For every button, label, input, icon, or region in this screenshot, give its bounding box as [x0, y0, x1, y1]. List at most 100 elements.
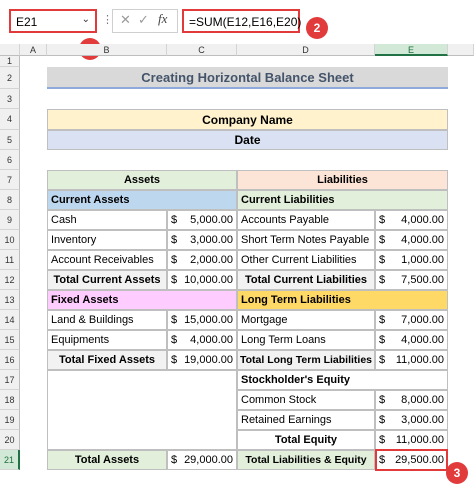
total-liabilities-equity-label[interactable]: Total Liabilities & Equity [237, 450, 375, 470]
account-receivables-label[interactable]: Account Receivables [47, 250, 167, 270]
inventory-label[interactable]: Inventory [47, 230, 167, 250]
equipments-label[interactable]: Equipments [47, 330, 167, 350]
liabilities-header[interactable]: Liabilities [237, 170, 448, 190]
accounts-payable-label[interactable]: Accounts Payable [237, 210, 375, 230]
row-header-3[interactable]: 3 [0, 89, 20, 109]
column-header-c[interactable]: C [167, 44, 237, 56]
total-current-liabilities-label[interactable]: Total Current Liabilities [237, 270, 375, 290]
amount: 5,000.00 [190, 214, 233, 226]
amount: 8,000.00 [401, 394, 444, 406]
retained-earnings-label[interactable]: Retained Earnings [237, 410, 375, 430]
amount: 4,000.00 [401, 334, 444, 346]
land-buildings-label[interactable]: Land & Buildings [47, 310, 167, 330]
total-long-term-liabilities-value[interactable]: $11,000.00 [375, 350, 448, 370]
total-fixed-assets-label[interactable]: Total Fixed Assets [47, 350, 167, 370]
row-header-1[interactable]: 1 [0, 56, 20, 67]
short-term-notes-label[interactable]: Short Term Notes Payable [237, 230, 375, 250]
currency-symbol: $ [171, 454, 178, 466]
sheet-title[interactable]: Creating Horizontal Balance Sheet [47, 67, 448, 89]
currency-symbol: $ [379, 214, 386, 226]
total-equity-value[interactable]: $11,000.00 [375, 430, 448, 450]
name-box[interactable]: E21 ⌄ [9, 9, 97, 33]
cash-value[interactable]: $5,000.00 [167, 210, 237, 230]
row-header-6[interactable]: 6 [0, 150, 20, 170]
accounts-payable-value[interactable]: $4,000.00 [375, 210, 448, 230]
row-header-9[interactable]: 9 [0, 210, 20, 230]
column-header-e[interactable]: E [375, 44, 448, 56]
row-header-7[interactable]: 7 [0, 170, 20, 190]
row-header-21[interactable]: 21 [0, 450, 20, 470]
row-header-5[interactable]: 5 [0, 130, 20, 150]
date-cell[interactable]: Date [47, 130, 448, 150]
row-header-18[interactable]: 18 [0, 390, 20, 410]
row-header-4[interactable]: 4 [0, 109, 20, 130]
long-term-liabilities-header[interactable]: Long Term Liabilities [237, 290, 448, 310]
row-header-11[interactable]: 11 [0, 250, 20, 270]
retained-earnings-value[interactable]: $3,000.00 [375, 410, 448, 430]
total-fixed-assets-value[interactable]: $19,000.00 [167, 350, 237, 370]
cash-label[interactable]: Cash [47, 210, 167, 230]
equipments-value[interactable]: $4,000.00 [167, 330, 237, 350]
inventory-value[interactable]: $3,000.00 [167, 230, 237, 250]
column-header-a[interactable]: A [20, 44, 47, 56]
short-term-notes-value[interactable]: $4,000.00 [375, 230, 448, 250]
chevron-down-icon[interactable]: ⌄ [82, 14, 90, 25]
total-equity-label[interactable]: Total Equity [237, 430, 375, 450]
insert-function-icon[interactable]: fx [158, 11, 167, 27]
formula-input[interactable]: =SUM(E12,E16,E20) [182, 9, 301, 33]
company-name-cell[interactable]: Company Name [47, 109, 448, 130]
other-current-liabilities-label[interactable]: Other Current Liabilities [237, 250, 375, 270]
currency-symbol: $ [379, 394, 386, 406]
current-liabilities-header[interactable]: Current Liabilities [237, 190, 448, 210]
currency-symbol: $ [171, 254, 178, 266]
amount: 7,500.00 [401, 274, 444, 286]
land-buildings-value[interactable]: $15,000.00 [167, 310, 237, 330]
enter-icon[interactable]: ✓ [138, 12, 149, 28]
row-header-19[interactable]: 19 [0, 410, 20, 430]
amount: 1,000.00 [401, 254, 444, 266]
mortgage-label[interactable]: Mortgage [237, 310, 375, 330]
total-assets-value[interactable]: $29,000.00 [167, 450, 237, 470]
currency-symbol: $ [171, 314, 178, 326]
fixed-assets-header[interactable]: Fixed Assets [47, 290, 237, 310]
currency-symbol: $ [171, 234, 178, 246]
mortgage-value[interactable]: $7,000.00 [375, 310, 448, 330]
assets-blank-area[interactable] [47, 370, 237, 450]
stockholders-equity-header[interactable]: Stockholder's Equity [237, 370, 448, 390]
long-term-loans-label[interactable]: Long Term Loans [237, 330, 375, 350]
column-header-d[interactable]: D [237, 44, 375, 56]
row-header-16[interactable]: 16 [0, 350, 20, 370]
active-cell-highlight [375, 449, 448, 471]
name-box-value: E21 [16, 15, 38, 29]
callout-marker-2: 2 [306, 17, 328, 39]
current-assets-header[interactable]: Current Assets [47, 190, 237, 210]
total-long-term-liabilities-label[interactable]: Total Long Term Liabilities [237, 350, 375, 370]
amount: 4,000.00 [190, 334, 233, 346]
row-header-10[interactable]: 10 [0, 230, 20, 250]
row-header-2[interactable]: 2 [0, 67, 20, 89]
common-stock-label[interactable]: Common Stock [237, 390, 375, 410]
cancel-icon[interactable]: ✕ [120, 12, 131, 28]
currency-symbol: $ [171, 354, 178, 366]
column-header-f[interactable] [448, 44, 474, 56]
total-current-assets-value[interactable]: $10,000.00 [167, 270, 237, 290]
select-all-corner[interactable] [0, 44, 20, 56]
total-current-assets-label[interactable]: Total Current Assets [47, 270, 167, 290]
row-header-14[interactable]: 14 [0, 310, 20, 330]
total-assets-label[interactable]: Total Assets [47, 450, 167, 470]
callout-marker-3: 3 [446, 462, 468, 484]
account-receivables-value[interactable]: $2,000.00 [167, 250, 237, 270]
assets-header[interactable]: Assets [47, 170, 237, 190]
common-stock-value[interactable]: $8,000.00 [375, 390, 448, 410]
row-header-13[interactable]: 13 [0, 290, 20, 310]
row-header-15[interactable]: 15 [0, 330, 20, 350]
total-current-liabilities-value[interactable]: $7,500.00 [375, 270, 448, 290]
row-header-20[interactable]: 20 [0, 430, 20, 450]
other-current-liabilities-value[interactable]: $1,000.00 [375, 250, 448, 270]
column-header-b[interactable]: B [47, 44, 167, 56]
row-header-8[interactable]: 8 [0, 190, 20, 210]
row-header-12[interactable]: 12 [0, 270, 20, 290]
amount: 29,000.00 [184, 454, 233, 466]
long-term-loans-value[interactable]: $4,000.00 [375, 330, 448, 350]
row-header-17[interactable]: 17 [0, 370, 20, 390]
